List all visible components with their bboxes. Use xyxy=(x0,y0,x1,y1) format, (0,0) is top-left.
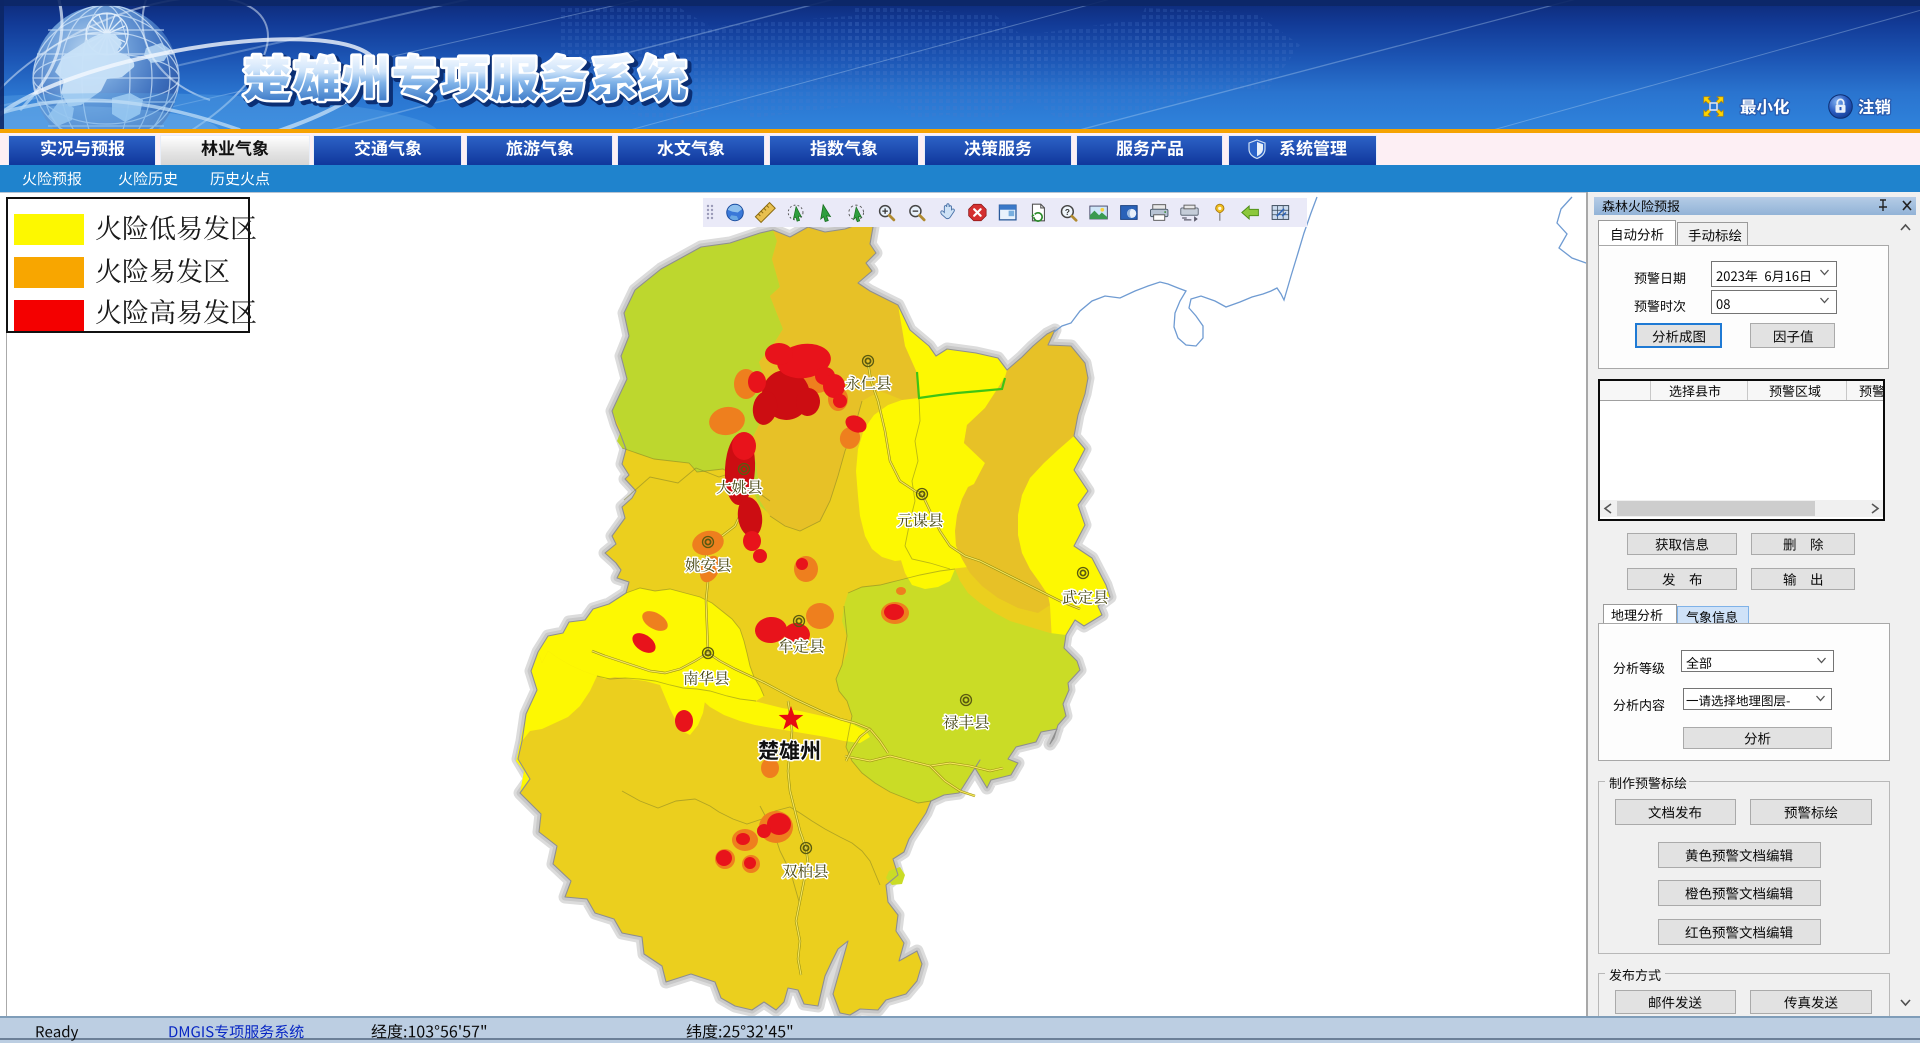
svg-text:?: ? xyxy=(1065,208,1070,217)
